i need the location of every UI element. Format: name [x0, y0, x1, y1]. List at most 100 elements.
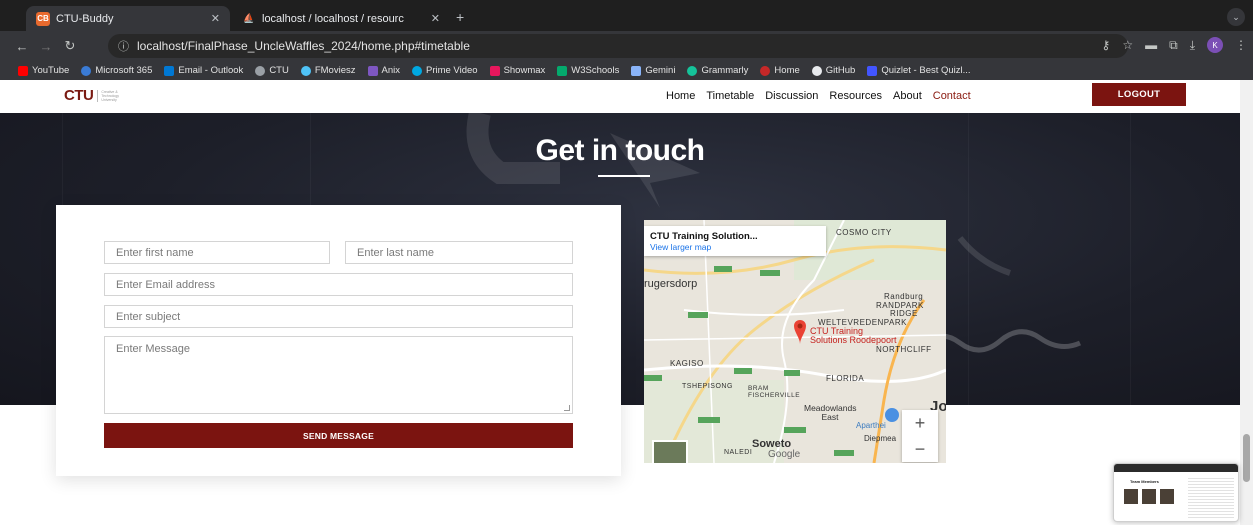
- bookmark-youtube[interactable]: YouTube: [18, 65, 69, 76]
- ctu-logo[interactable]: CTU Creative & Technology University: [64, 87, 127, 104]
- preview-image: [1160, 489, 1174, 504]
- extensions-puzzle-icon[interactable]: ⧉: [1169, 38, 1178, 53]
- view-larger-map-link[interactable]: View larger map: [650, 242, 826, 252]
- logout-button[interactable]: LOGOUT: [1092, 83, 1186, 106]
- bookmark-prime-video[interactable]: Prime Video: [411, 65, 478, 76]
- map-label: Aparthei: [856, 421, 886, 430]
- prime-video-icon: [411, 65, 422, 76]
- fmoviesz-icon: [300, 65, 311, 76]
- map-label: COSMO CITY: [836, 228, 892, 237]
- map-pin-label: Solutions Roodepoort: [810, 335, 897, 345]
- preview-topbar: [1114, 464, 1238, 472]
- google-map-embed[interactable]: CTU Training Solution... View larger map…: [644, 220, 946, 463]
- tab-title: localhost / localhost / resourc: [262, 12, 404, 25]
- bookmark-gemini[interactable]: Gemini: [631, 65, 675, 76]
- map-label: RIDGE: [890, 309, 918, 318]
- outlook-icon: [164, 65, 175, 76]
- bookmark-ctu[interactable]: CTU: [255, 65, 289, 76]
- tab-phpmyadmin[interactable]: ⛵ localhost / localhost / resourc ✕: [232, 6, 450, 31]
- message-textarea[interactable]: Enter Message: [104, 336, 573, 414]
- email-input[interactable]: Enter Email address: [104, 273, 573, 296]
- nav-about[interactable]: About: [893, 90, 922, 102]
- bookmark-w3schools[interactable]: W3Schools: [557, 65, 619, 76]
- phpmyadmin-favicon-icon: ⛵: [243, 13, 255, 23]
- send-message-button[interactable]: SEND MESSAGE: [104, 423, 573, 448]
- logo-subtitle: Creative & Technology University: [97, 89, 127, 102]
- close-tab-icon[interactable]: ✕: [431, 12, 440, 25]
- quizlet-icon: [867, 65, 878, 76]
- scrollbar-thumb[interactable]: [1243, 434, 1250, 482]
- zoom-in-button[interactable]: +: [902, 410, 938, 436]
- preview-title: Team Members: [1130, 479, 1159, 484]
- bookmarks-bar: YouTube Microsoft 365 Email - Outlook CT…: [0, 61, 1253, 80]
- gemini-icon: [631, 65, 642, 76]
- map-label: rugersdorp: [644, 278, 698, 290]
- forward-arrow-icon[interactable]: →: [34, 39, 58, 54]
- github-icon: [811, 65, 822, 76]
- contact-form-card: Enter first name Enter last name Enter E…: [56, 205, 621, 476]
- resize-handle-icon[interactable]: [564, 405, 570, 411]
- menu-kebab-icon[interactable]: ⋮: [1235, 38, 1247, 52]
- bookmark-fmoviesz[interactable]: FMoviesz: [300, 65, 356, 76]
- logo-mark: CTU: [64, 87, 94, 104]
- picture-in-picture-preview[interactable]: Team Members: [1113, 463, 1239, 522]
- satellite-toggle-thumbnail[interactable]: [652, 440, 688, 463]
- preview-image: [1124, 489, 1138, 504]
- bookmark-github[interactable]: GitHub: [811, 65, 855, 76]
- last-name-input[interactable]: Enter last name: [345, 241, 573, 264]
- title-underline: [598, 175, 650, 177]
- first-name-input[interactable]: Enter first name: [104, 241, 330, 264]
- tab-strip: CB CTU-Buddy ✕ ⛵ localhost / localhost /…: [0, 0, 1253, 31]
- toolbar-actions: ⚷ ☆ ▬ ⧉ ⤓ K ⋮: [1102, 37, 1247, 53]
- nav-home[interactable]: Home: [666, 90, 695, 102]
- map-label: TSHEPISONG: [682, 383, 733, 390]
- new-tab-icon[interactable]: +: [456, 9, 464, 25]
- home-icon: [760, 65, 771, 76]
- site-info-icon[interactable]: ⓘ: [118, 38, 129, 54]
- nav-contact[interactable]: Contact: [933, 90, 971, 102]
- url-text: localhost/FinalPhase_UncleWaffles_2024/h…: [137, 39, 470, 53]
- bookmark-outlook[interactable]: Email - Outlook: [164, 65, 243, 76]
- message-placeholder: Enter Message: [116, 343, 190, 355]
- map-label: NORTHCLIFF: [876, 345, 932, 354]
- close-tab-icon[interactable]: ✕: [211, 12, 220, 25]
- map-tiles: [644, 220, 946, 463]
- tab-search-chevron-icon[interactable]: ⌄: [1227, 8, 1245, 26]
- bookmark-quizlet[interactable]: Quizlet - Best Quizl...: [867, 65, 971, 76]
- map-zoom-controls: + −: [902, 410, 938, 462]
- page-title: Get in touch: [535, 134, 706, 167]
- ctu-favicon-icon: CB: [36, 11, 50, 26]
- map-label: KAGISO: [670, 359, 704, 368]
- bookmark-showmax[interactable]: Showmax: [489, 65, 545, 76]
- page-scrollbar[interactable]: [1240, 80, 1253, 525]
- bookmark-microsoft-365[interactable]: Microsoft 365: [81, 65, 152, 76]
- w3schools-icon: [557, 65, 568, 76]
- nav-resources[interactable]: Resources: [829, 90, 882, 102]
- profile-avatar[interactable]: K: [1207, 37, 1223, 53]
- nav-discussion[interactable]: Discussion: [765, 90, 818, 102]
- bookmark-grammarly[interactable]: Grammarly: [687, 65, 748, 76]
- address-bar[interactable]: ⓘ localhost/FinalPhase_UncleWaffles_2024…: [108, 34, 1128, 58]
- map-label: Diepmea: [864, 434, 897, 443]
- reload-icon[interactable]: ↻: [58, 38, 82, 54]
- nav-links: Home Timetable Discussion Resources Abou…: [666, 90, 971, 102]
- map-label: Meadowlands East: [804, 403, 857, 422]
- bookmark-star-icon[interactable]: ☆: [1122, 38, 1133, 52]
- subject-input[interactable]: Enter subject: [104, 305, 573, 328]
- map-label: BRAM FISCHERVILLE: [748, 385, 801, 399]
- bookmark-home[interactable]: Home: [760, 65, 800, 76]
- bookmark-anix[interactable]: Anix: [367, 65, 400, 76]
- site-navbar: CTU Creative & Technology University Hom…: [0, 80, 1240, 113]
- tab-ctu-buddy[interactable]: CB CTU-Buddy ✕: [26, 6, 230, 31]
- grammarly-icon: [687, 65, 698, 76]
- zoom-out-button[interactable]: −: [902, 436, 938, 462]
- back-arrow-icon[interactable]: ←: [10, 39, 34, 54]
- extension-icon[interactable]: ▬: [1145, 38, 1157, 52]
- password-key-icon[interactable]: ⚷: [1102, 38, 1111, 52]
- globe-icon: [255, 65, 266, 76]
- map-place-card: CTU Training Solution... View larger map: [644, 226, 826, 256]
- youtube-icon: [18, 65, 28, 76]
- nav-timetable[interactable]: Timetable: [706, 90, 754, 102]
- map-place-title: CTU Training Solution...: [650, 231, 758, 242]
- download-icon[interactable]: ⤓: [1190, 38, 1195, 53]
